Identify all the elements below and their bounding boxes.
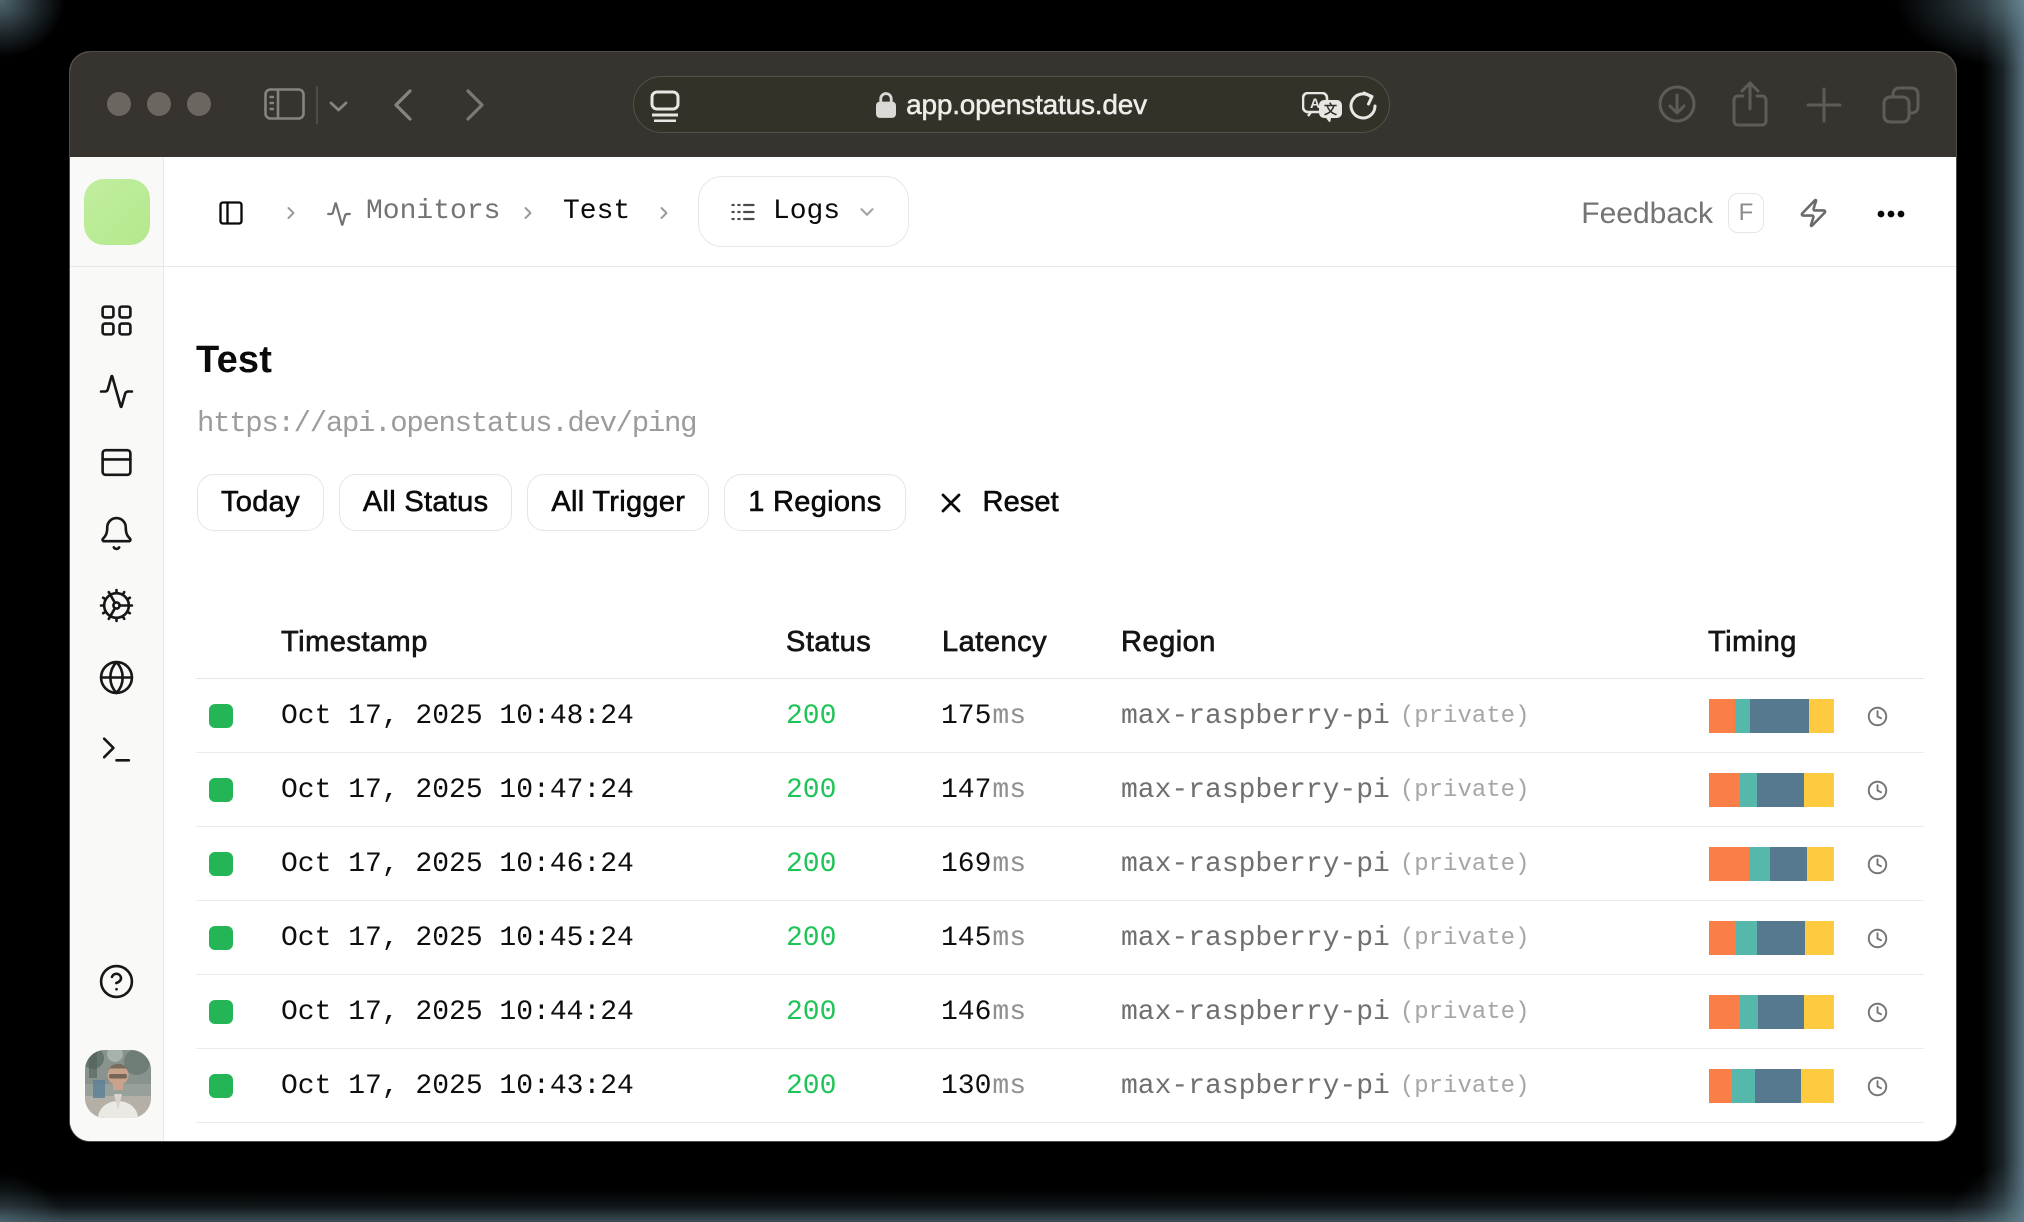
svg-text:A: A — [1310, 95, 1320, 111]
svg-text:文: 文 — [1324, 102, 1338, 117]
